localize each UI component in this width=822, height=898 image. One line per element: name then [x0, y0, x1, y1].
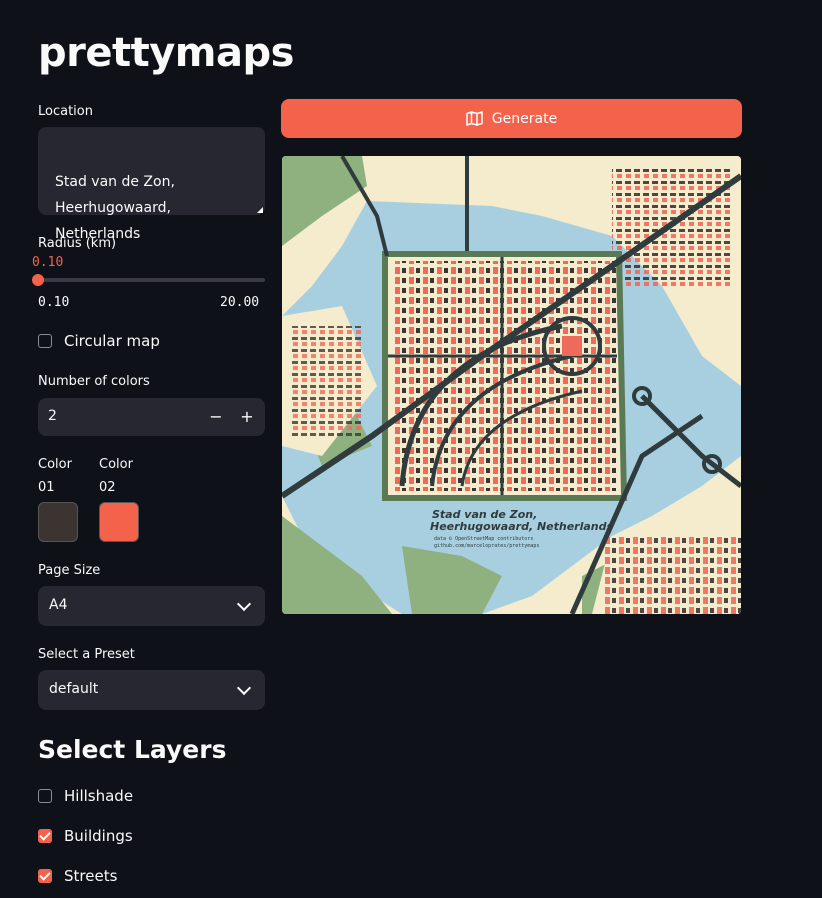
generate-label: Generate: [491, 110, 558, 127]
preset-select[interactable]: default: [38, 670, 265, 710]
location-value: Stad van de Zon, Heerhugowaard, Netherla…: [55, 174, 175, 242]
color-01-label: Color: [38, 457, 72, 472]
color-02-label: Color: [99, 457, 133, 472]
preset-label: Select a Preset: [38, 647, 135, 662]
map-credit-line2: github.com/marceloprates/prettymaps: [434, 543, 539, 549]
location-input[interactable]: Stad van de Zon, Heerhugowaard, Netherla…: [38, 127, 265, 242]
page-size-label: Page Size: [38, 563, 101, 578]
color-01-label-line1: Color: [38, 457, 72, 472]
hillshade-checkbox[interactable]: [38, 789, 52, 803]
map-credit-line1: data © OpenStreetMap contributors: [434, 536, 533, 542]
num-colors-label: Number of colors: [38, 374, 150, 389]
circular-map-label[interactable]: Circular map: [64, 332, 160, 350]
buildings-label[interactable]: Buildings: [64, 827, 133, 845]
page-title: prettymaps: [38, 30, 294, 76]
location-label: Location: [38, 104, 93, 119]
page-size-select[interactable]: A4: [38, 586, 265, 626]
radius-value: 0.10: [32, 255, 64, 270]
map-icon: [466, 111, 483, 126]
map-artwork: Stad van de Zon, Heerhugowaard, Netherla…: [282, 156, 741, 614]
generate-button[interactable]: Generate: [281, 99, 742, 138]
num-colors-input[interactable]: 2 − +: [38, 398, 265, 436]
color-02-sublabel: 02: [99, 480, 116, 495]
color-01-sublabel: 01: [38, 480, 55, 495]
color-02-swatch[interactable]: [99, 502, 139, 542]
streets-label[interactable]: Streets: [64, 867, 117, 885]
resize-grip-icon[interactable]: [257, 207, 263, 213]
radius-max: 20.00: [220, 295, 260, 310]
radius-min: 0.10: [38, 295, 70, 310]
map-preview: Stad van de Zon, Heerhugowaard, Netherla…: [282, 156, 741, 614]
chevron-down-icon: [236, 680, 252, 696]
radius-slider-thumb[interactable]: [32, 274, 44, 286]
preset-value: default: [49, 681, 99, 697]
streets-checkbox[interactable]: [38, 869, 52, 883]
map-caption-line2: Heerhugowaard, Netherlands: [430, 520, 613, 533]
radius-label: Radius (km): [38, 236, 117, 251]
increment-button[interactable]: +: [235, 405, 259, 429]
chevron-down-icon: [236, 596, 252, 612]
hillshade-label[interactable]: Hillshade: [64, 787, 133, 805]
radius-slider-track[interactable]: [38, 278, 265, 282]
layers-heading: Select Layers: [38, 735, 227, 764]
buildings-checkbox[interactable]: [38, 829, 52, 843]
color-01-swatch[interactable]: [38, 502, 78, 542]
num-colors-value[interactable]: 2: [48, 408, 57, 424]
decrement-button[interactable]: −: [204, 405, 228, 429]
page-size-value: A4: [49, 597, 68, 613]
circular-map-checkbox[interactable]: [38, 334, 52, 348]
